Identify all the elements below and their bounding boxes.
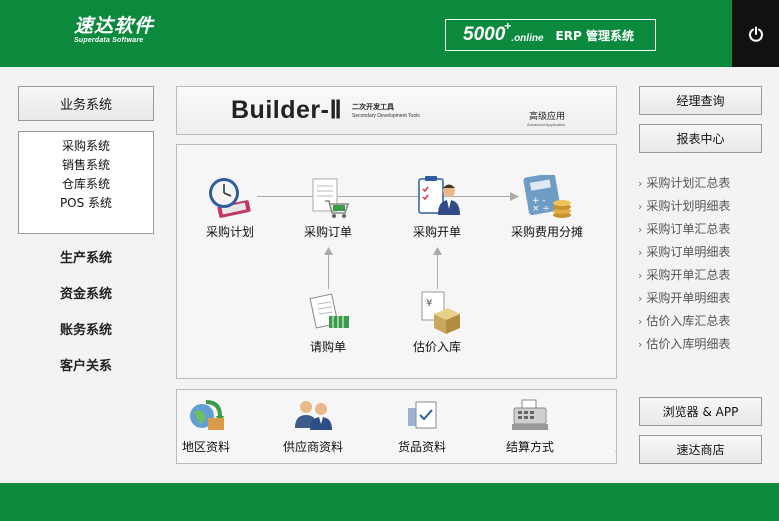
- browser-app-button[interactable]: 浏览器 & APP: [639, 397, 762, 426]
- flow-label: 采购订单: [303, 225, 352, 239]
- flow-label: 采购开单: [412, 225, 461, 239]
- people-icon: [295, 401, 332, 430]
- clock-plan-icon: [209, 178, 251, 218]
- flow-label: 采购计划: [205, 225, 254, 239]
- chevron-right-icon: ›: [638, 338, 643, 351]
- flow-node-estimate-stock-in[interactable]: ¥ 估价入库: [387, 290, 487, 355]
- tool-business-partial[interactable]: 业务: [582, 398, 617, 455]
- tool-label: 地区资料: [181, 440, 230, 454]
- badge-online: .online: [511, 32, 544, 44]
- logo-text: 速达软件: [74, 15, 155, 37]
- tool-label: 货品资料: [397, 440, 446, 454]
- company-logo: 速达软件 Superdata Software: [74, 16, 154, 44]
- tool-supplier-data[interactable]: 供应商资料: [268, 398, 358, 455]
- sidebar-item-crm[interactable]: 客户关系: [18, 355, 154, 374]
- tool-label: 业务: [582, 438, 616, 455]
- report-link-list: › 采购计划汇总表 › 采购计划明细表 › 采购订单汇总表 › 采购订单明细表 › 采购开…: [638, 172, 768, 356]
- purchase-flow-panel: 采购计划 采购订单 采购开单 + - × ÷ 采购费用分摊 请购单 ¥ 估价入库: [176, 144, 617, 379]
- report-center-button[interactable]: 报表中心: [639, 124, 762, 153]
- banner-subtitle-cn: 二次开发工具: [352, 103, 394, 111]
- arrow-up-icon: [324, 247, 333, 255]
- document-icon: [607, 398, 617, 432]
- chevron-right-icon: ›: [638, 315, 643, 328]
- globe-arrow-icon: [190, 400, 224, 430]
- badge-number: 5000: [463, 24, 506, 45]
- svg-text:× ÷: × ÷: [532, 204, 550, 214]
- business-system-button[interactable]: 业务系统: [18, 86, 154, 121]
- report-link[interactable]: › 估价入库明细表: [638, 333, 768, 356]
- tool-region-data[interactable]: 地区资料: [177, 398, 251, 455]
- logo-subtext: Superdata Software: [74, 37, 144, 44]
- sidebar-item-production[interactable]: 生产系统: [18, 247, 154, 266]
- flow-node-purchase-bill[interactable]: 采购开单: [387, 175, 487, 240]
- report-link[interactable]: › 估价入库汇总表: [638, 310, 768, 333]
- badge-plus: +: [504, 19, 512, 33]
- tool-label: 结算方式: [505, 440, 554, 454]
- sidebar-item-accounts[interactable]: 账务系统: [18, 319, 154, 338]
- flow-label: 采购费用分摊: [510, 225, 583, 239]
- flow-node-purchase-plan[interactable]: 采购计划: [180, 175, 280, 240]
- report-link[interactable]: › 采购开单明细表: [638, 287, 768, 310]
- advanced-app-sublabel: Advanced Application: [527, 122, 566, 127]
- arrow-up-icon: [433, 247, 442, 255]
- erp-badge: 5000 + .online ERP 管理系统: [445, 19, 656, 51]
- yen-box-icon: ¥: [421, 291, 460, 334]
- report-link[interactable]: › 采购开单汇总表: [638, 264, 768, 287]
- request-doc-icon: [309, 293, 349, 329]
- power-button[interactable]: [732, 0, 779, 67]
- flow-connector-request: [328, 253, 329, 289]
- submenu-item-purchase[interactable]: 采购系统: [19, 137, 153, 156]
- tool-settlement-method[interactable]: 结算方式: [485, 398, 575, 455]
- tool-label: 供应商资料: [282, 440, 343, 454]
- flow-node-purchase-request[interactable]: 请购单: [278, 290, 378, 355]
- chevron-right-icon: ›: [638, 269, 643, 282]
- chevron-right-icon: ›: [638, 177, 643, 190]
- goods-check-icon: [408, 401, 437, 429]
- cash-register-icon: [512, 399, 548, 430]
- app-header: 速达软件 Superdata Software 5000 + .online E…: [0, 0, 779, 67]
- badge-title: ERP 管理系统: [555, 28, 634, 43]
- app-footer: [0, 483, 779, 521]
- report-link[interactable]: › 采购订单汇总表: [638, 218, 768, 241]
- calculator-coins-icon: + - × ÷: [523, 175, 571, 218]
- clipboard-person-icon: [418, 176, 460, 215]
- flow-label: 估价入库: [412, 340, 461, 354]
- manager-query-button[interactable]: 经理查询: [639, 86, 762, 115]
- basic-data-toolbar: 地区资料 供应商资料 货品资料 结算方式 业: [176, 389, 617, 464]
- chevron-right-icon: ›: [638, 292, 643, 305]
- store-button[interactable]: 速达商店: [639, 435, 762, 464]
- flow-label: 请购单: [309, 340, 346, 354]
- chevron-right-icon: ›: [638, 200, 643, 213]
- banner-subtitle-en: Secondary Development Tools: [352, 113, 420, 119]
- report-link[interactable]: › 采购计划明细表: [638, 195, 768, 218]
- power-icon: [748, 26, 763, 42]
- banner-title: Builder-Ⅱ: [231, 96, 343, 124]
- report-link[interactable]: › 采购订单明细表: [638, 241, 768, 264]
- flow-node-cost-allocation[interactable]: + - × ÷ 采购费用分摊: [497, 175, 597, 240]
- flow-connector-estimate: [437, 253, 438, 289]
- chevron-right-icon: ›: [638, 246, 643, 259]
- business-submenu: 采购系统 销售系统 仓库系统 POS 系统: [18, 131, 154, 234]
- svg-text:¥: ¥: [426, 298, 432, 309]
- flow-node-purchase-order[interactable]: 采购订单: [278, 175, 378, 240]
- advanced-app-label[interactable]: 高级应用: [529, 109, 565, 122]
- builder-banner[interactable]: Builder-Ⅱ 二次开发工具 Secondary Development T…: [176, 86, 617, 135]
- tool-goods-data[interactable]: 货品资料: [377, 398, 467, 455]
- sidebar-item-funds[interactable]: 资金系统: [18, 283, 154, 302]
- submenu-item-sales[interactable]: 销售系统: [19, 156, 153, 175]
- cart-order-icon: [312, 178, 350, 218]
- report-link[interactable]: › 采购计划汇总表: [638, 172, 768, 195]
- submenu-item-pos[interactable]: POS 系统: [19, 194, 153, 213]
- submenu-item-warehouse[interactable]: 仓库系统: [19, 175, 153, 194]
- chevron-right-icon: ›: [638, 223, 643, 236]
